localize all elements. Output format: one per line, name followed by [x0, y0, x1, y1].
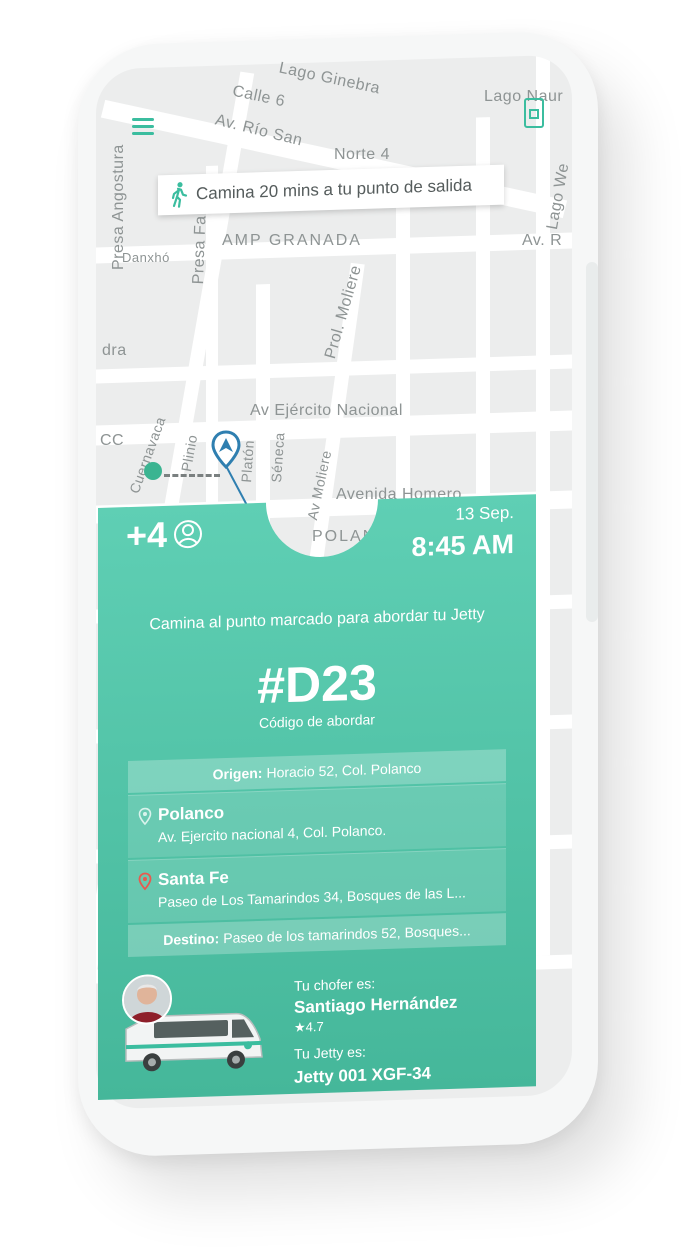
- route-details: Origen: Horacio 52, Col. Polanco Polanco…: [128, 749, 506, 958]
- location-pin-icon: [138, 807, 152, 826]
- map-street-label: AMP GRANADA: [222, 232, 362, 249]
- walking-person-icon: [171, 182, 188, 208]
- driver-label: Tu chofer es:: [294, 975, 376, 994]
- origin-dot-marker[interactable]: [144, 462, 162, 480]
- map-street-label: Av. R: [522, 232, 563, 249]
- stop-row-polanco[interactable]: Polanco Av. Ejercito nacional 4, Col. Po…: [128, 783, 506, 859]
- destination-value: Paseo de los tamarindos 52, Bosques...: [223, 922, 471, 947]
- phone-side-button: [586, 262, 598, 622]
- ticket-pass-icon[interactable]: [524, 98, 544, 128]
- stop-name: Polanco: [158, 803, 225, 825]
- map-street-label: Av Ejército Nacional: [250, 402, 403, 419]
- stop-address: Av. Ejercito nacional 4, Col. Polanco.: [158, 821, 387, 846]
- user-circle-icon: [174, 520, 203, 549]
- trip-time: 8:45 AM: [411, 528, 514, 563]
- walk-route-line: [164, 474, 220, 477]
- passenger-count[interactable]: +4: [126, 513, 203, 557]
- map-street-label: CC: [100, 432, 125, 449]
- destination-label: Destino:: [163, 930, 220, 948]
- origin-value: Horacio 52, Col. Polanco: [266, 759, 422, 781]
- stop-name: Santa Fe: [158, 867, 229, 890]
- boarding-ticket: +4 13 Sep. 8:45 AM Camina al punto marca…: [98, 486, 536, 1110]
- trip-date: 13 Sep.: [455, 502, 514, 524]
- jetty-label: Tu Jetty es:: [294, 1043, 366, 1062]
- stop-row-santa-fe[interactable]: Santa Fe Paseo de Los Tamarindos 34, Bos…: [128, 848, 506, 924]
- menu-icon[interactable]: [132, 118, 154, 135]
- map-street-label: Norte 4: [334, 146, 390, 163]
- map-street-label: dra: [102, 342, 127, 359]
- pickup-pin-icon[interactable]: [210, 430, 242, 470]
- driver-photo: [124, 975, 170, 1024]
- location-pin-icon: [138, 872, 152, 891]
- map-street-label: Danxhó: [122, 250, 170, 265]
- driver-rating: ★4.7: [294, 1018, 324, 1035]
- walk-instruction-text: Camina 20 mins a tu punto de salida: [196, 175, 472, 204]
- map-street-label: Presa Fa: [190, 215, 210, 285]
- passenger-count-text: +4: [126, 513, 168, 557]
- origin-label: Origen:: [212, 764, 263, 783]
